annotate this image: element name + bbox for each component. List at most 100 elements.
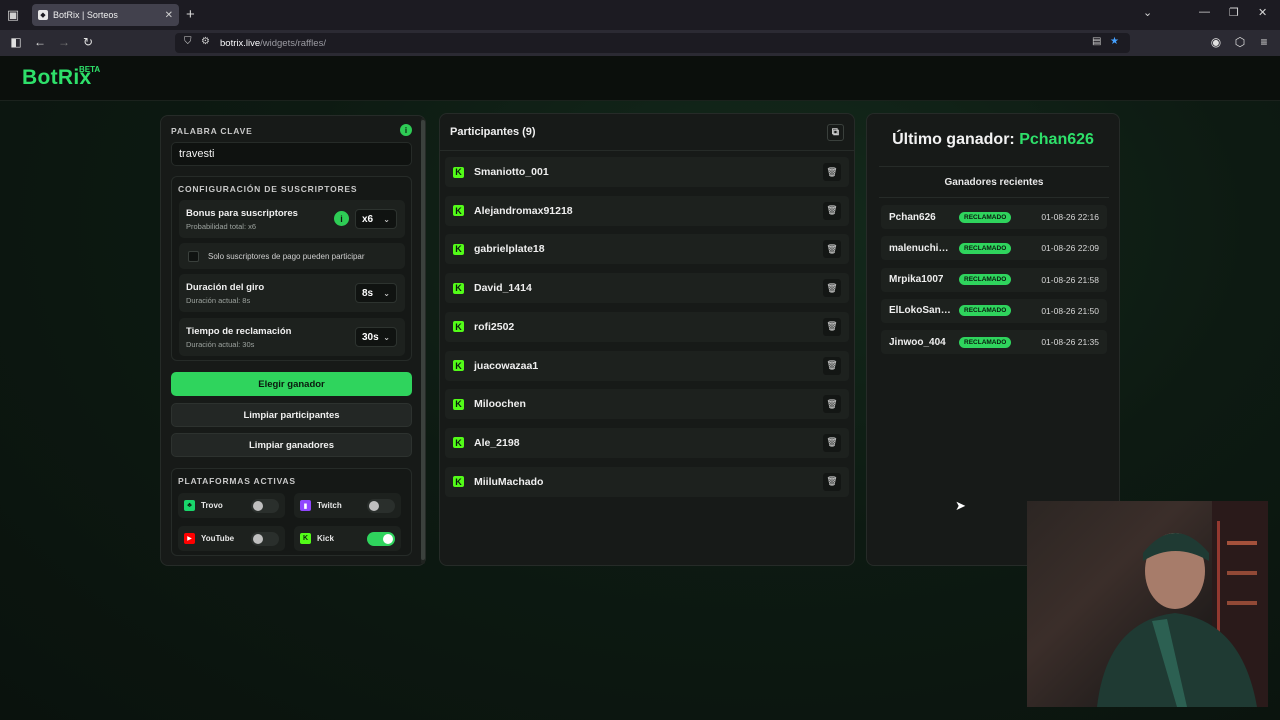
restore-icon[interactable]: ❐ [1229,6,1239,19]
browser-navbar: ◧ ← → ↻ ⛉ ⚙ botrix.live/widgets/raffles/… [0,30,1280,56]
site-info-icon[interactable]: ⚙ [201,36,210,47]
claimed-badge: RECLAMADO [959,336,1012,348]
winner-name: ElLokoSant… [889,305,953,317]
claim-time-row: Tiempo de reclamación Duración actual: 3… [179,318,405,356]
paid-only-row[interactable]: Solo suscriptores de pago pueden partici… [179,243,405,269]
pick-winner-button[interactable]: Elegir ganador [171,372,412,396]
kick-icon: K [453,205,464,217]
winner-name: Pchan626 [889,211,936,223]
trash-icon[interactable]: 🗑 [823,163,841,181]
bonus-multiplier-value: x6 [362,213,374,225]
kick-icon: K [453,282,464,294]
trovo-icon: ♣ [184,500,195,511]
back-arrow-icon[interactable]: ← [32,35,48,49]
spin-duration-title: Duración del giro [186,282,265,293]
recent-winners-title: Ganadores recientes [879,166,1109,198]
last-winner-heading: Último ganador: Pchan626 [867,131,1119,149]
twitch-icon: ▮ [300,500,311,511]
claimed-badge: RECLAMADO [959,242,1012,254]
subscriber-config-section: CONFIGURACIÓN DE SUSCRIPTORES Bonus para… [171,176,412,361]
participant-name: Ale_2198 [474,436,520,449]
trash-icon[interactable]: 🗑 [823,433,841,452]
platform-kick-toggle[interactable] [367,531,395,546]
participant-name: David_1414 [474,282,532,295]
reload-icon[interactable]: ↻ [80,35,96,49]
menu-hamburger-icon[interactable]: ≡ [1256,35,1272,49]
spin-duration-row: Duración del giro Duración actual: 8s 8s… [179,274,405,312]
participants-header: Participantes (9) ⧉ [440,114,854,151]
spin-duration-value: 8s [362,287,374,299]
participant-row: K David_1414 🗑 [445,273,849,304]
winner-name: Jinwoo_404 [889,336,946,348]
sidebar-toggle-icon[interactable]: ◧ [8,35,24,49]
youtube-icon: ▶ [184,533,195,544]
bonus-multiplier-select[interactable]: x6 ⌄ [355,209,397,229]
trash-icon[interactable]: 🗑 [823,279,841,298]
winners-panel: Último ganador: Pchan626 Ganadores recie… [866,113,1120,566]
chevron-down-icon: ⌄ [383,214,390,224]
platform-kick: K Kick [294,526,401,551]
raffle-config-panel: PALABRA CLAVE i travesti CONFIGURACIÓN D… [160,115,426,566]
minimize-icon[interactable]: — [1199,6,1210,18]
url-path: /widgets/raffles/ [260,37,326,49]
url-bar[interactable]: ⛉ ⚙ botrix.live/widgets/raffles/ ▤ ★ [175,33,1130,53]
kick-icon: K [453,476,464,488]
sub-bonus-subtitle: Probabilidad total: x6 [186,222,257,231]
tab-overflow-chevron-icon[interactable]: ⌄ [1143,6,1152,19]
trash-icon[interactable]: 🗑 [823,317,841,336]
trash-icon[interactable]: 🗑 [823,240,841,259]
platform-trovo-toggle[interactable] [251,498,279,513]
keyword-input[interactable]: travesti [171,142,412,166]
tab-close-icon[interactable]: ✕ [165,10,173,21]
trash-icon[interactable]: 🗑 [823,472,841,491]
url-host: botrix.live [220,37,261,49]
reader-view-icon[interactable]: ▤ [1092,36,1101,47]
winner-name: Mrpika1007 [889,274,944,286]
winner-time: 01-08-26 21:58 [1041,274,1099,285]
shield-icon[interactable]: ⛉ [184,36,192,47]
config-scrollbar-thumb[interactable] [421,120,425,560]
last-winner-name: Pchan626 [1019,131,1094,148]
bonus-info-icon[interactable]: i [334,211,349,226]
participant-name: Smaniotto_001 [474,166,549,178]
trash-icon[interactable]: 🗑 [823,356,841,375]
tab-list-icon[interactable]: ▣ [0,0,26,30]
paid-only-checkbox[interactable] [188,250,199,262]
keyword-info-icon[interactable]: i [400,124,412,136]
tab-title: BotRix | Sorteos [53,10,118,20]
kick-icon: K [453,166,464,178]
kick-icon: K [300,533,311,544]
trash-icon[interactable]: 🗑 [823,395,841,414]
participant-row: K Miloochen 🗑 [445,389,849,420]
winner-row: Mrpika1007 RECLAMADO 01-08-26 21:58 [881,267,1107,292]
window-close-icon[interactable]: ✕ [1258,6,1267,19]
sub-bonus-row: Bonus para suscriptores Probabilidad tot… [179,200,405,238]
chevron-down-icon: ⌄ [383,332,390,342]
extensions-icon[interactable]: ⬡ [1232,35,1248,49]
subscriber-config-label: CONFIGURACIÓN DE SUSCRIPTORES [178,184,358,194]
platform-youtube-toggle[interactable] [251,531,279,546]
trash-icon[interactable]: 🗑 [823,201,841,220]
participant-name: juacowazaa1 [474,359,539,372]
kick-icon: K [453,398,464,410]
beta-badge: BETA [79,65,101,74]
claim-time-subtitle: Duración actual: 30s [186,340,255,349]
new-tab-button[interactable]: + [186,6,195,23]
browser-tab-active[interactable]: ◆ BotRix | Sorteos ✕ [32,4,179,26]
clear-participants-button[interactable]: Limpiar participantes [171,403,412,427]
kick-icon: K [453,243,464,255]
spin-duration-select[interactable]: 8s ⌄ [355,283,397,303]
account-icon[interactable]: ◉ [1208,35,1224,49]
active-platforms-label: PLATAFORMAS ACTIVAS [178,476,296,486]
platform-twitch-toggle[interactable] [367,498,395,513]
clear-winners-button[interactable]: Limpiar ganadores [171,433,412,457]
spin-duration-subtitle: Duración actual: 8s [186,296,251,305]
bookmark-star-icon[interactable]: ★ [1110,36,1119,47]
copy-icon[interactable]: ⧉ [827,124,844,141]
forward-arrow-icon[interactable]: → [56,35,72,49]
participants-title: Participantes (9) [450,126,536,138]
winner-row: Pchan626 RECLAMADO 01-08-26 22:16 [881,205,1107,229]
webcam-overlay [1027,501,1268,707]
claim-time-select[interactable]: 30s ⌄ [355,327,397,347]
last-winner-label: Último ganador: [892,131,1015,148]
